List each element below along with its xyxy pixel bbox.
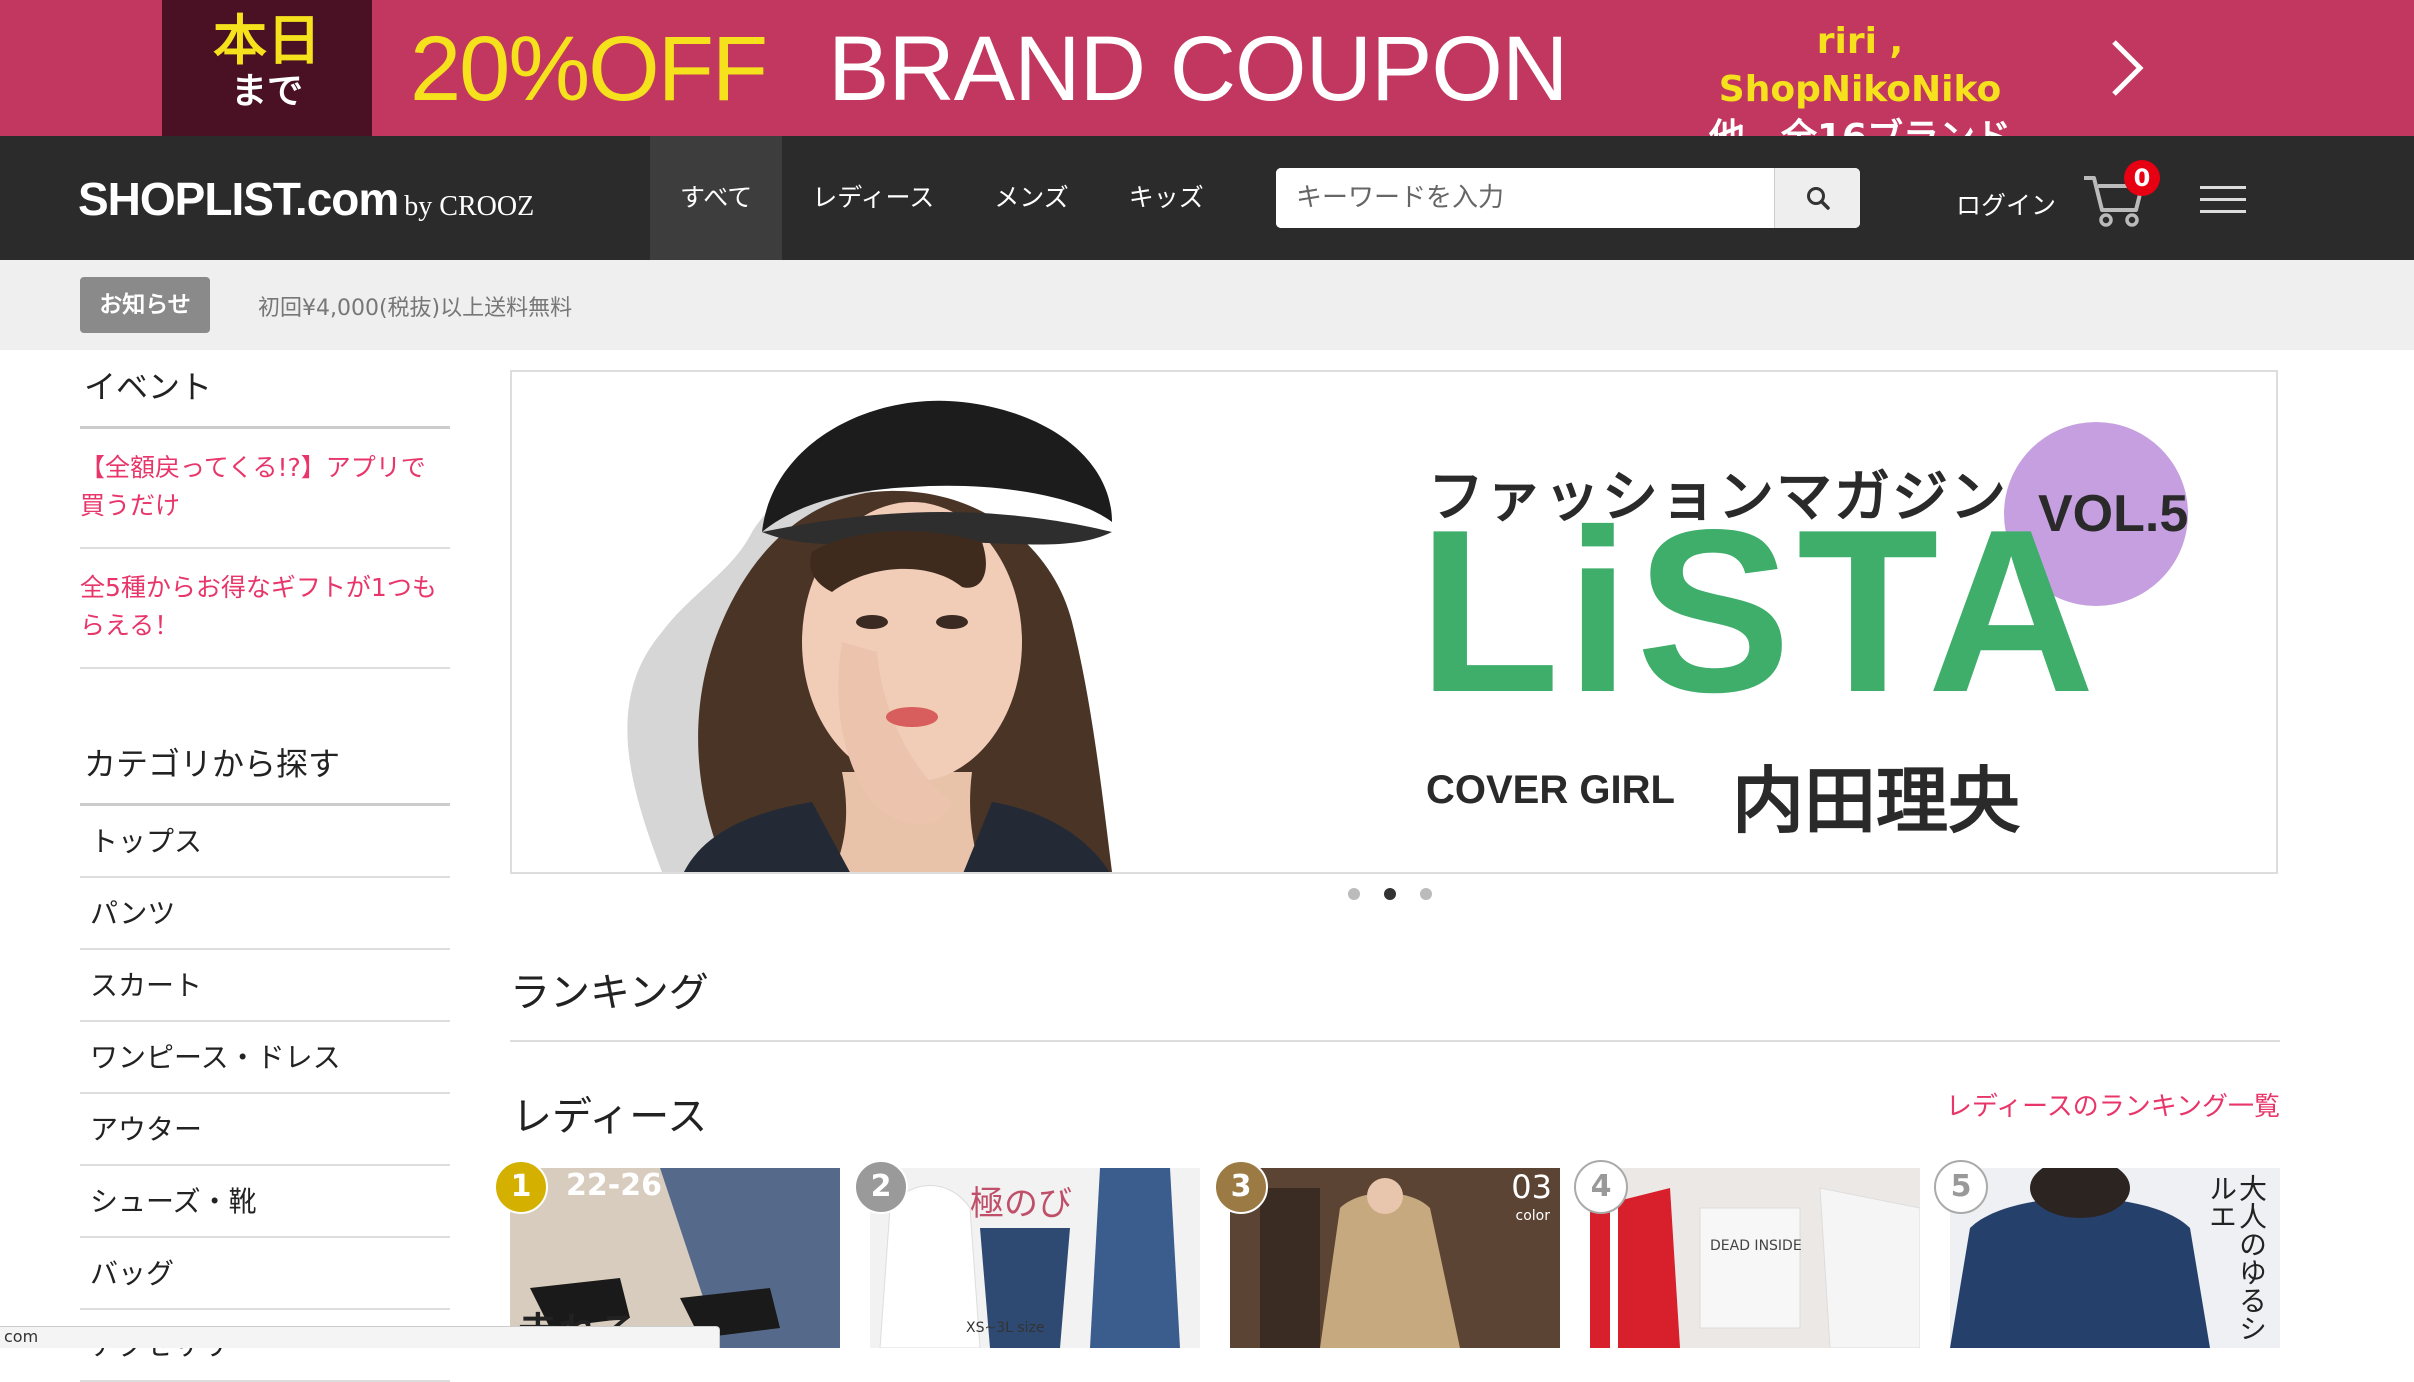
main-nav: すべて レディース メンズ キッズ bbox=[650, 136, 1234, 260]
nav-mens[interactable]: メンズ bbox=[964, 136, 1099, 260]
status-url-bar: com bbox=[0, 1326, 720, 1348]
rank-badge-2: 2 bbox=[854, 1160, 908, 1214]
deadline-line2: まで bbox=[230, 71, 303, 112]
category-shoes[interactable]: シューズ・靴 bbox=[80, 1166, 450, 1238]
rank-badge-4: 4 bbox=[1574, 1160, 1628, 1214]
event-heading: イベント bbox=[80, 350, 450, 429]
product-image bbox=[1590, 1168, 1920, 1348]
coupon-brands-line1: riri , ShopNikoNiko bbox=[1718, 21, 2002, 110]
event-link[interactable]: 全5種からお得なギフトが1つもらえる！ bbox=[80, 549, 450, 669]
category-dresses[interactable]: ワンピース・ドレス bbox=[80, 1022, 450, 1094]
sidebar: イベント 【全額戻ってくる!?】アプリで買うだけ 全5種からお得なギフトが1つも… bbox=[80, 350, 450, 1382]
ranking-product[interactable]: 03 color bbox=[1230, 1168, 1560, 1348]
coupon-banner[interactable]: 本日 まで 20%OFF BRAND COUPON riri , ShopNik… bbox=[0, 0, 2414, 158]
hero-title: LiSTA bbox=[1418, 482, 2101, 741]
logo-main: SHOPLIST.com bbox=[78, 173, 399, 225]
category-bags[interactable]: バッグ bbox=[80, 1238, 450, 1310]
nav-ladies[interactable]: レディース bbox=[782, 136, 964, 260]
product-overlay-text: DEAD INSIDE bbox=[1710, 1238, 1802, 1254]
ranking-heading: ランキング bbox=[510, 960, 2280, 1042]
product-overlay-text: 大人のゆるシルエ bbox=[2205, 1174, 2268, 1342]
carousel-dot[interactable] bbox=[1420, 888, 1432, 900]
ranking-product-list: 22-26 走れる 極のび XS~3L size 03 color bbox=[494, 1160, 2282, 1348]
carousel-dot-active[interactable] bbox=[1384, 888, 1396, 900]
notice-badge[interactable]: お知らせ bbox=[80, 277, 210, 333]
ladies-ranking-heading: レディース bbox=[512, 1094, 708, 1140]
carousel-dots bbox=[1348, 888, 1432, 900]
product-overlay-text: 極のび bbox=[970, 1184, 1072, 1224]
carousel-dot[interactable] bbox=[1348, 888, 1360, 900]
notice-text[interactable]: 初回¥4,000(税抜)以上送料無料 bbox=[258, 290, 572, 322]
menu-icon[interactable] bbox=[2200, 186, 2246, 216]
search-input[interactable] bbox=[1276, 168, 1772, 228]
deadline-badge: 本日 まで bbox=[162, 0, 372, 136]
event-link[interactable]: 【全額戻ってくる!?】アプリで買うだけ bbox=[80, 429, 450, 549]
rank-badge-3: 3 bbox=[1214, 1160, 1268, 1214]
category-skirts[interactable]: スカート bbox=[80, 950, 450, 1022]
category-pants[interactable]: パンツ bbox=[80, 878, 450, 950]
notice-bar: お知らせ 初回¥4,000(税抜)以上送料無料 bbox=[0, 260, 2414, 350]
hero-carousel[interactable]: ファッションマガジン LiSTA VOL.5 COVER GIRL 内田理央 bbox=[510, 370, 2278, 874]
site-logo[interactable]: SHOPLIST.com by CROOZ bbox=[78, 172, 534, 226]
hero-vol: VOL.5 bbox=[2038, 485, 2189, 543]
ranking-product[interactable]: 大人のゆるシルエ bbox=[1950, 1168, 2280, 1348]
product-overlay-text2: XS~3L size bbox=[966, 1320, 1045, 1336]
product-overlay-text: 22-26 bbox=[566, 1168, 662, 1203]
ranking-product[interactable]: DEAD INSIDE bbox=[1590, 1168, 1920, 1348]
category-heading: カテゴリから探す bbox=[80, 727, 450, 806]
coupon-title: BRAND COUPON bbox=[828, 18, 1568, 120]
rank-badge-5: 5 bbox=[1934, 1160, 1988, 1214]
product-overlay-text2: color bbox=[1515, 1208, 1550, 1224]
hero-cover-name: 内田理央 bbox=[1732, 759, 2021, 843]
category-tops[interactable]: トップス bbox=[80, 806, 450, 878]
discount-text: 20%OFF bbox=[410, 18, 768, 120]
search-box bbox=[1276, 168, 1860, 228]
search-button[interactable] bbox=[1774, 168, 1860, 228]
ladies-ranking-link[interactable]: レディースのランキング一覧 bbox=[1946, 1086, 2280, 1123]
logo-by: by CROOZ bbox=[404, 191, 535, 222]
category-outer[interactable]: アウター bbox=[80, 1094, 450, 1166]
rank-badge-1: 1 bbox=[494, 1160, 548, 1214]
product-overlay-text: 03 bbox=[1511, 1168, 1552, 1206]
nav-all[interactable]: すべて bbox=[650, 136, 783, 260]
nav-kids[interactable]: キッズ bbox=[1099, 136, 1234, 260]
chevron-right-icon[interactable] bbox=[2100, 36, 2152, 100]
login-link[interactable]: ログイン bbox=[1956, 186, 2056, 222]
search-icon bbox=[1806, 187, 1830, 210]
ranking-product[interactable]: 極のび XS~3L size bbox=[870, 1168, 1200, 1348]
deadline-line1: 本日 bbox=[213, 9, 321, 72]
hero-cover-label: COVER GIRL bbox=[1426, 768, 1675, 812]
cart-count-badge: 0 bbox=[2124, 160, 2160, 196]
ranking-product[interactable]: 22-26 走れる bbox=[510, 1168, 840, 1348]
